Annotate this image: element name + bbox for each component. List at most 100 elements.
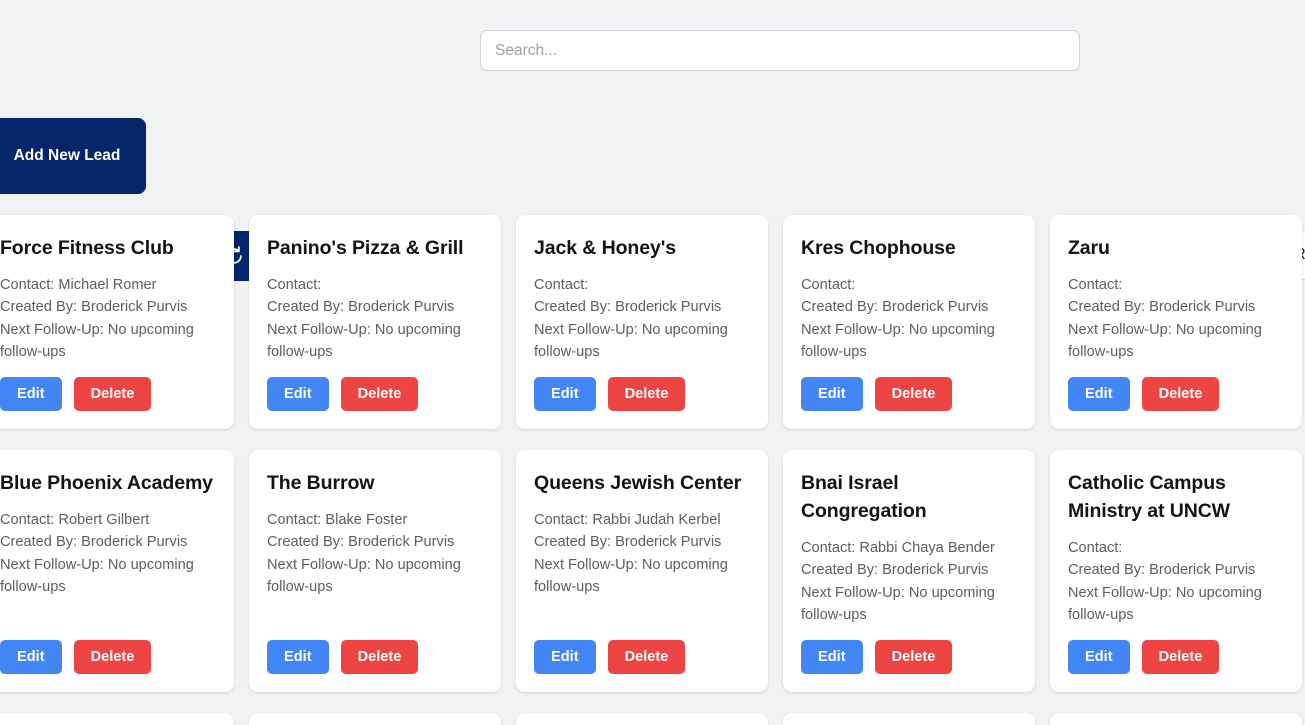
lead-card[interactable]: Force Fitness Club Contact: Michael Romer… (0, 215, 234, 430)
lead-card-meta: Contact: Rabbi Chaya Bender Created By: B… (801, 537, 1017, 626)
delete-button[interactable]: Delete (874, 640, 953, 675)
add-new-lead-button[interactable]: Add New Lead (0, 118, 146, 194)
delete-button[interactable]: Delete (1141, 640, 1220, 675)
edit-button[interactable]: Edit (1068, 640, 1130, 675)
delete-button[interactable]: Delete (340, 377, 419, 412)
lead-card-title: Force Fitness Club (0, 237, 174, 259)
lead-card-actions: Edit Delete (534, 377, 750, 412)
lead-card-meta: Contact: Created By: Broderick Purvis Next… (801, 274, 1017, 363)
lead-card[interactable]: East Plano Islamic (0, 713, 234, 725)
lead-card[interactable]: Blue Phoenix Academy Contact: Robert Gilb… (0, 450, 234, 693)
lead-created-by: Created By: Broderick Purvis (0, 299, 188, 316)
lead-card-title: The Burrow (267, 472, 375, 495)
lead-card[interactable]: Catholic Campus Ministry at UNCW Contact:… (1050, 450, 1302, 693)
lead-card-meta: Contact: Michael Romer Created By: Broder… (0, 274, 216, 363)
lead-card-actions: Edit Delete (267, 640, 483, 675)
lead-created-by: Created By: Broderick Purvis (1068, 562, 1256, 579)
lead-contact: Contact: (801, 277, 856, 293)
delete-button[interactable]: Delete (73, 640, 152, 675)
lead-next-follow-up: Next Follow-Up: No upcoming follow-ups (267, 556, 461, 596)
search-input[interactable] (480, 30, 1080, 71)
lead-card-meta: Contact: Rabbi Judah Kerbel Created By: B… (534, 509, 750, 626)
lead-card-title: Jack & Honey's (534, 237, 676, 259)
lead-card[interactable]: Panino's Pizza & Grill Contact: Created By… (249, 215, 501, 430)
lead-next-follow-up: Next Follow-Up: No upcoming follow-ups (534, 556, 728, 596)
toolbar: Add New Lead Reset Filters (0, 100, 1305, 281)
lead-card-actions: Edit Delete (1068, 377, 1284, 412)
lead-next-follow-up: Next Follow-Up: No upcoming follow-ups (0, 321, 194, 360)
lead-card-actions: Edit Delete (534, 640, 750, 675)
lead-card-meta: Contact: Created By: Broderick Purvis Next… (1068, 537, 1284, 626)
lead-contact: Contact: Robert Gilbert (0, 512, 150, 529)
lead-card-actions: Edit Delete (801, 377, 1017, 412)
lead-card-meta: Contact: Created By: Broderick Purvis Next… (534, 274, 750, 363)
delete-button[interactable]: Delete (874, 377, 953, 412)
lead-contact: Contact: Rabbi Judah Kerbel (534, 512, 721, 529)
lead-card[interactable]: Kres Chophouse Contact: Created By: Broder… (783, 215, 1035, 430)
lead-contact: Contact: Rabbi Chaya Bender (801, 540, 995, 557)
lead-created-by: Created By: Broderick Purvis (267, 299, 455, 316)
lead-card[interactable]: South Georgia Karate (249, 713, 501, 725)
edit-button[interactable]: Edit (267, 377, 329, 412)
lead-card[interactable]: The Burrow Contact: Blake Foster Created B… (249, 450, 501, 693)
lead-card-title: Queens Jewish Center (534, 472, 742, 495)
lead-created-by: Created By: Broderick Purvis (801, 299, 989, 316)
lead-created-by: Created By: Broderick Purvis (1068, 299, 1256, 316)
lead-card-actions: Edit Delete (0, 377, 216, 412)
lead-created-by: Created By: Broderick Purvis (534, 534, 722, 551)
leads-grid: Force Fitness Club Contact: Michael Romer… (0, 215, 1305, 725)
edit-button[interactable]: Edit (1068, 377, 1130, 412)
lead-card-actions: Edit Delete (1068, 640, 1284, 675)
lead-card-title: Panino's Pizza & Grill (267, 237, 464, 259)
lead-card-title: Catholic Campus Ministry at UNCW (1068, 472, 1230, 523)
delete-button[interactable]: Delete (73, 377, 152, 412)
delete-button[interactable]: Delete (340, 640, 419, 675)
edit-button[interactable]: Edit (267, 640, 329, 675)
lead-next-follow-up: Next Follow-Up: No upcoming follow-ups (0, 556, 194, 596)
lead-card[interactable]: Southern Maine (1050, 713, 1302, 725)
lead-next-follow-up: Next Follow-Up: No upcoming follow-ups (1068, 321, 1262, 360)
lead-card[interactable]: The Fork 'N' Cork (783, 713, 1035, 725)
edit-button[interactable]: Edit (801, 377, 863, 412)
lead-card-title: Kres Chophouse (801, 237, 956, 259)
delete-button[interactable]: Delete (607, 640, 686, 675)
lead-created-by: Created By: Broderick Purvis (801, 562, 989, 579)
lead-card[interactable]: Queens Jewish Center Contact: Rabbi Judah… (516, 450, 768, 693)
lead-card-meta: Contact: Robert Gilbert Created By: Brode… (0, 509, 216, 626)
lead-contact: Contact: Blake Foster (267, 512, 408, 529)
lead-card-title: Bnai Israel Congregation (801, 472, 927, 523)
lead-contact: Contact: (1068, 540, 1123, 557)
search-bar-region (0, 0, 1305, 100)
delete-button[interactable]: Delete (1141, 377, 1220, 412)
lead-contact: Contact: (267, 277, 322, 293)
lead-card-actions: Edit Delete (0, 640, 216, 675)
lead-contact: Contact: (1068, 277, 1123, 293)
lead-next-follow-up: Next Follow-Up: No upcoming follow-ups (534, 321, 728, 360)
lead-created-by: Created By: Broderick Purvis (534, 299, 722, 316)
edit-button[interactable]: Edit (534, 640, 596, 675)
lead-next-follow-up: Next Follow-Up: No upcoming follow-ups (801, 584, 995, 624)
edit-button[interactable]: Edit (534, 377, 596, 412)
edit-button[interactable]: Edit (801, 640, 863, 675)
delete-button[interactable]: Delete (607, 377, 686, 412)
lead-next-follow-up: Next Follow-Up: No upcoming follow-ups (801, 321, 995, 360)
lead-card-title: Zaru (1068, 237, 1110, 259)
lead-next-follow-up: Next Follow-Up: No upcoming follow-ups (1068, 584, 1262, 624)
lead-card[interactable]: Bnai Israel Congregation Contact: Rabbi C… (783, 450, 1035, 693)
lead-card-meta: Contact: Blake Foster Created By: Broderi… (267, 509, 483, 626)
lead-card-actions: Edit Delete (267, 377, 483, 412)
lead-next-follow-up: Next Follow-Up: No upcoming follow-ups (267, 321, 461, 360)
lead-created-by: Created By: Broderick Purvis (267, 534, 455, 551)
lead-card[interactable]: Jack & Honey's Contact: Created By: Broder… (516, 215, 768, 430)
edit-button[interactable]: Edit (0, 377, 62, 412)
lead-card-meta: Contact: Created By: Broderick Purvis Next… (1068, 274, 1284, 363)
lead-card[interactable]: Rise Martial Arts (516, 713, 768, 725)
lead-contact: Contact: Michael Romer (0, 277, 157, 293)
lead-card-actions: Edit Delete (801, 640, 1017, 675)
lead-card-title: Blue Phoenix Academy (0, 472, 213, 495)
lead-card[interactable]: Zaru Contact: Created By: Broderick Purvis… (1050, 215, 1302, 430)
lead-created-by: Created By: Broderick Purvis (0, 534, 188, 551)
edit-button[interactable]: Edit (0, 640, 62, 675)
lead-card-meta: Contact: Created By: Broderick Purvis Next… (267, 274, 483, 363)
lead-contact: Contact: (534, 277, 589, 293)
